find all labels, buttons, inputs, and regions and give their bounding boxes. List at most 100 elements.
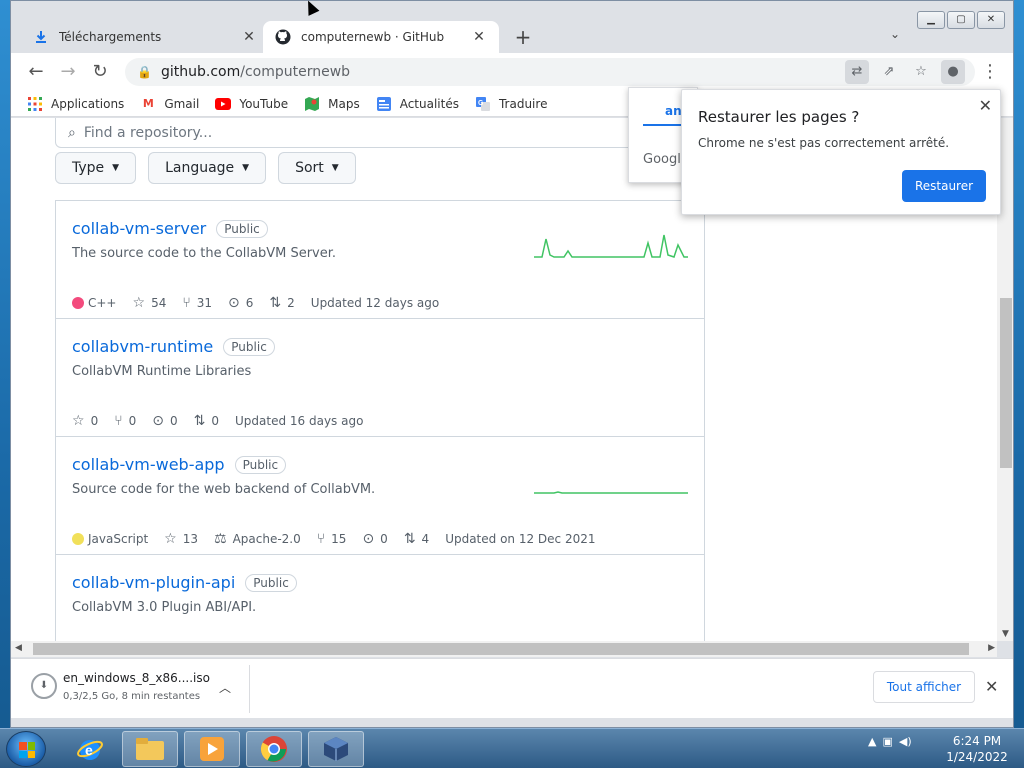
download-icon: [33, 29, 49, 45]
virtualbox-icon[interactable]: [308, 731, 364, 767]
chrome-taskbar-icon[interactable]: [246, 731, 302, 767]
close-icon[interactable]: ✕: [979, 96, 992, 115]
sort-filter-button[interactable]: Sort ▼: [278, 152, 356, 184]
find-repository-input[interactable]: ⌕ Find a repository...: [55, 118, 645, 148]
show-hidden-icons-icon[interactable]: ▲: [868, 735, 876, 748]
internet-explorer-icon[interactable]: e: [62, 731, 118, 767]
issues-count: 0: [169, 414, 178, 428]
download-progress-icon[interactable]: ⬇: [31, 673, 57, 699]
close-icon[interactable]: ✕: [471, 29, 487, 45]
forks-link[interactable]: ⑂ 31: [182, 295, 212, 311]
repo-name-link[interactable]: collab-vm-web-app: [72, 455, 225, 474]
horizontal-scrollbar[interactable]: ◀ ▶: [11, 641, 997, 657]
scroll-left-arrow[interactable]: ◀: [15, 643, 22, 653]
bookmark-maps[interactable]: Maps: [304, 96, 360, 112]
prs-link[interactable]: ⇅ 2: [269, 295, 294, 311]
scroll-down-arrow[interactable]: ▼: [1002, 629, 1009, 639]
star-icon: ☆: [72, 413, 85, 429]
scroll-thumb[interactable]: [33, 643, 969, 655]
share-icon[interactable]: ⇗: [877, 60, 901, 84]
tab-strip: Téléchargements ✕ computernewb · GitHub …: [11, 1, 1013, 53]
bookmark-label: Applications: [51, 96, 125, 111]
issues-link[interactable]: ⊙ 0: [152, 413, 177, 429]
tab-search-icon[interactable]: ⌄: [885, 27, 905, 47]
bookmark-applications[interactable]: Applications: [27, 96, 124, 112]
repo-name-link[interactable]: collab-vm-plugin-api: [72, 573, 235, 592]
language-dot: [72, 533, 84, 545]
type-filter-button[interactable]: Type ▼: [55, 152, 137, 184]
prs-link[interactable]: ⇅ 4: [404, 531, 429, 547]
repo-filters: Type ▼ Language ▼ Sort ▼: [55, 152, 356, 184]
apps-grid-icon: [27, 96, 43, 112]
profile-icon[interactable]: ●: [941, 60, 965, 84]
windows-logo-icon: [19, 742, 35, 758]
prs-link[interactable]: ⇅ 0: [194, 413, 219, 429]
stars-link[interactable]: ☆ 0: [72, 413, 98, 429]
show-all-button[interactable]: Tout afficher: [873, 671, 975, 703]
repository-list: collab-vm-server Public The source code …: [55, 200, 705, 641]
url-host: github.com: [161, 64, 241, 80]
stars-link[interactable]: ☆ 54: [133, 295, 167, 311]
svg-text:e: e: [85, 742, 93, 758]
forward-button[interactable]: →: [57, 61, 79, 83]
forks-link[interactable]: ⑂ 0: [114, 413, 136, 429]
reload-button[interactable]: ↻: [89, 61, 111, 83]
stars-count: 54: [151, 296, 167, 310]
bookmark-actualites[interactable]: Actualités: [376, 96, 459, 112]
download-shelf: ⬇ en_windows_8_x86....iso 0,3/2,5 Go, 8 …: [11, 658, 1013, 718]
new-tab-button[interactable]: +: [511, 25, 535, 49]
scroll-right-arrow[interactable]: ▶: [988, 643, 995, 653]
bookmark-youtube[interactable]: YouTube: [215, 96, 288, 112]
repo-name-link[interactable]: collab-vm-server: [72, 219, 206, 238]
repo-name-link[interactable]: collabvm-runtime: [72, 337, 213, 356]
repo-meta: JavaScript ☆ 13 ⚖ Apache-2.0 ⑂ 15 ⊙ 0 ⇅ 4 Upd…: [72, 531, 612, 547]
network-icon[interactable]: ▣: [882, 735, 892, 748]
chevron-up-icon[interactable]: ︿: [219, 679, 231, 696]
search-icon: ⌕: [68, 124, 76, 141]
close-icon[interactable]: ✕: [241, 29, 257, 45]
license-name: Apache-2.0: [232, 532, 301, 546]
issue-icon: ⊙: [152, 413, 164, 429]
news-icon: [376, 96, 392, 112]
translate-page-icon[interactable]: ⇄: [845, 60, 869, 84]
tab-title: Téléchargements: [59, 30, 162, 44]
repo-description: CollabVM 3.0 Plugin ABI/API.: [72, 600, 257, 615]
address-bar[interactable]: 🔒 github.com/computernewb ⇄ ⇗ ☆ ●: [125, 58, 975, 86]
lock-icon: 🔒: [137, 65, 152, 79]
media-player-icon[interactable]: [184, 731, 240, 767]
close-icon[interactable]: ✕: [985, 677, 998, 696]
language-filter-button[interactable]: Language ▼: [148, 152, 267, 184]
maximize-button[interactable]: ▢: [947, 11, 975, 29]
start-button[interactable]: [6, 731, 46, 767]
repo-item: collab-vm-plugin-api Public CollabVM 3.0…: [56, 555, 704, 641]
issues-link[interactable]: ⊙ 6: [228, 295, 253, 311]
stars-count: 0: [90, 414, 99, 428]
chrome-window: Téléchargements ✕ computernewb · GitHub …: [10, 0, 1014, 728]
issues-link[interactable]: ⊙ 0: [362, 531, 387, 547]
download-filename[interactable]: en_windows_8_x86....iso: [63, 671, 210, 685]
taskbar-clock[interactable]: 6:24 PM 1/24/2022: [942, 733, 1012, 765]
caret-down-icon: ▼: [112, 163, 120, 173]
forks-count: 0: [128, 414, 137, 428]
file-explorer-icon[interactable]: [122, 731, 178, 767]
bookmark-label: Gmail: [164, 96, 200, 111]
chrome-menu-icon[interactable]: ⋮: [981, 61, 999, 83]
minimize-button[interactable]: ▁: [917, 11, 945, 29]
tab-github[interactable]: computernewb · GitHub ✕: [263, 21, 499, 53]
volume-icon[interactable]: ◀): [899, 735, 912, 748]
tab-downloads[interactable]: Téléchargements ✕: [21, 21, 269, 53]
scroll-thumb[interactable]: [1000, 298, 1012, 468]
issues-count: 0: [380, 532, 388, 546]
stars-link[interactable]: ☆ 13: [164, 531, 198, 547]
bookmark-gmail[interactable]: M Gmail: [140, 96, 200, 112]
bookmark-traduire[interactable]: G Traduire: [475, 96, 547, 112]
bookmark-star-icon[interactable]: ☆: [909, 60, 933, 84]
repo-meta: ☆ 0 ⑂ 0 ⊙ 0 ⇅ 0 Updated 16 days ago: [72, 413, 379, 429]
forks-count: 31: [196, 296, 213, 310]
updated-time: Updated 12 days ago: [310, 296, 440, 310]
tab-title: computernewb · GitHub: [301, 30, 445, 44]
close-window-button[interactable]: ✕: [977, 11, 1005, 29]
restore-button[interactable]: Restaurer: [902, 170, 986, 202]
forks-link[interactable]: ⑂ 15: [317, 531, 347, 547]
back-button[interactable]: ←: [25, 61, 47, 83]
